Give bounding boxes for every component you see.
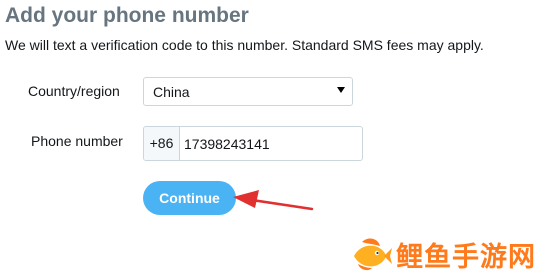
phone-input-group: +86	[143, 126, 363, 161]
continue-button[interactable]: Continue	[143, 181, 236, 215]
page-title: Add your phone number	[5, 4, 249, 27]
country-select[interactable]: China	[143, 77, 353, 106]
fish-logo-icon	[354, 238, 392, 271]
country-code-prefix: +86	[144, 127, 180, 160]
page-subtitle: We will text a verification code to this…	[5, 37, 484, 53]
caret-down-icon	[337, 87, 345, 93]
country-select-value: China	[153, 84, 190, 100]
country-label: Country/region	[28, 83, 120, 99]
phone-label: Phone number	[31, 133, 123, 149]
watermark-text: 鲤鱼手游网	[396, 241, 534, 273]
watermark: 鲤鱼手游网	[350, 234, 534, 274]
phone-number-input[interactable]	[184, 127, 359, 160]
